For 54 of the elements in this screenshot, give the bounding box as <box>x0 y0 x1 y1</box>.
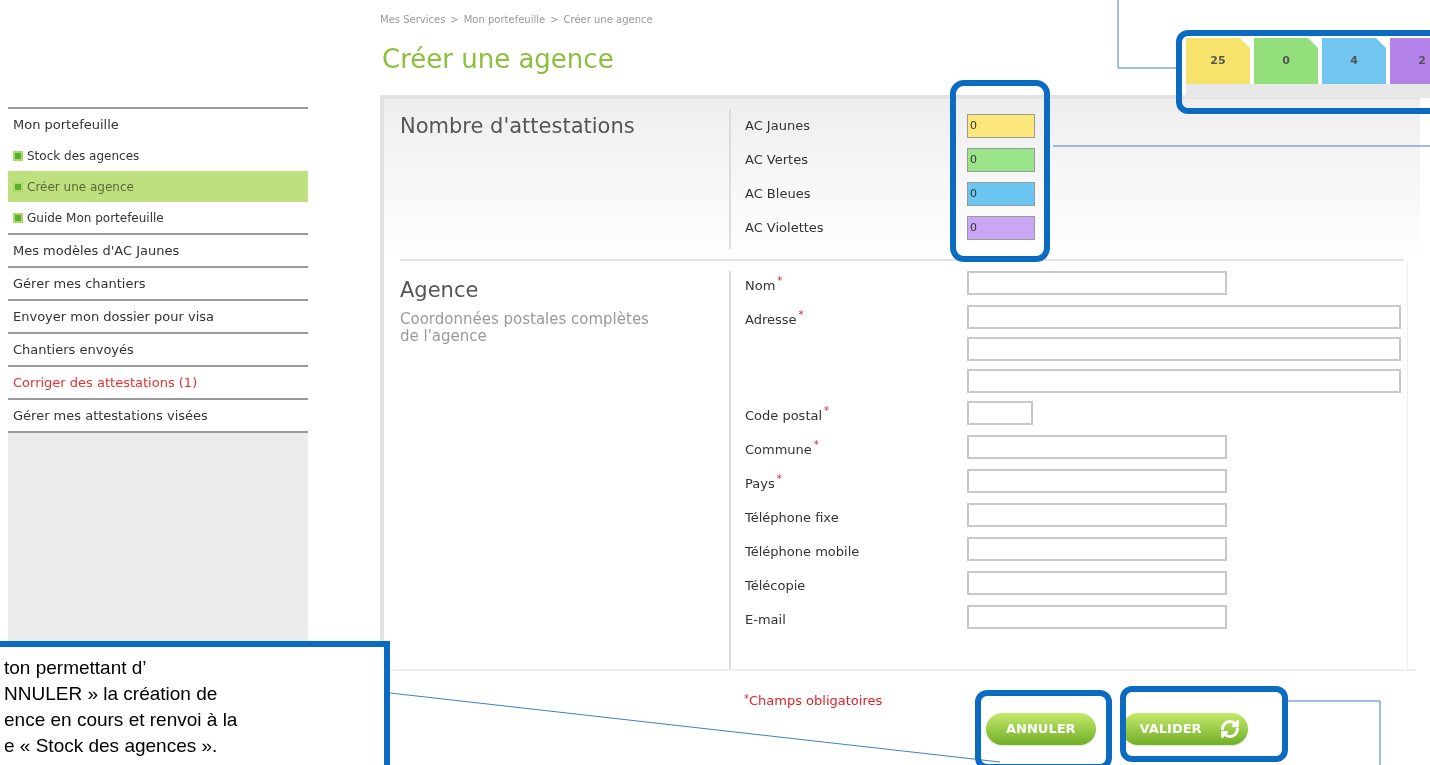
section-description: Coordonnées postales complètes de l'agence <box>400 310 650 345</box>
text-field[interactable] <box>967 337 1401 361</box>
count-field[interactable]: 0 <box>967 216 1035 240</box>
sidebar-item[interactable]: Gérer mes attestations visées <box>8 400 308 431</box>
field-label: Commune* <box>745 442 819 457</box>
sidebar-item[interactable]: Chantiers envoyés <box>8 334 308 365</box>
count-field[interactable]: 0 <box>967 148 1035 172</box>
sidebar-item[interactable]: Mon portefeuille <box>8 109 308 140</box>
field-label: Pays* <box>745 476 782 491</box>
field-label: AC Bleues <box>745 185 812 204</box>
leader-line <box>1117 0 1179 69</box>
field-label: Nom* <box>745 278 783 293</box>
page-title: Créer une agence <box>382 43 614 76</box>
sidebar-item[interactable]: Corriger des attestations (1) <box>8 367 308 398</box>
text-field[interactable] <box>967 435 1227 459</box>
text-field[interactable] <box>967 305 1401 329</box>
field-label: E-mail <box>745 612 786 627</box>
breadcrumb-separator: > <box>450 13 459 27</box>
breadcrumb-separator: > <box>550 13 559 27</box>
text-field[interactable] <box>967 537 1227 561</box>
callout-text: NNULER » la création de <box>4 682 219 706</box>
refresh-icon <box>1219 718 1240 739</box>
required-note: *Champs obligatoires <box>744 692 884 710</box>
text-field[interactable] <box>967 503 1227 527</box>
text-field[interactable] <box>967 271 1227 295</box>
text-field[interactable] <box>967 369 1401 393</box>
count-field[interactable]: 0 <box>967 114 1035 138</box>
bullet-icon <box>13 181 23 192</box>
field-label: AC Violettes <box>745 219 825 238</box>
sidebar-item[interactable]: Gérer mes chantiers <box>8 268 308 299</box>
bullet-icon <box>13 212 23 223</box>
count-field[interactable]: 0 <box>967 182 1035 206</box>
text-field[interactable] <box>967 469 1227 493</box>
field-label: Téléphone fixe <box>745 510 839 525</box>
field-label: Télécopie <box>745 578 806 593</box>
callout-text: e « Stock des agences ». <box>4 734 219 758</box>
sidebar-subitem[interactable]: Guide Mon portefeuille <box>8 202 308 233</box>
field-label: AC Jaunes <box>745 117 811 136</box>
field-label: Téléphone mobile <box>745 544 860 559</box>
text-field[interactable] <box>967 571 1227 595</box>
callout-text: ton permettant d’ <box>4 656 148 680</box>
bullet-icon <box>13 150 23 161</box>
text-field[interactable] <box>967 401 1033 425</box>
section-title: Nombre d'attestations <box>400 114 635 138</box>
sidebar-item[interactable]: Mes modèles d'AC Jaunes <box>8 235 308 266</box>
sidebar-subitem[interactable]: Créer une agence <box>8 171 308 202</box>
field-label: Adresse* <box>745 312 804 327</box>
callout-text: ence en cours et renvoi à la <box>4 708 239 732</box>
field-label: Code postal* <box>745 408 830 423</box>
sidebar-subitem[interactable]: Stock des agences <box>8 140 308 171</box>
text-field[interactable] <box>967 605 1227 629</box>
section-title: Agence <box>400 277 480 304</box>
sidebar-item[interactable]: Envoyer mon dossier pour visa <box>8 301 308 332</box>
field-label: AC Vertes <box>745 151 809 170</box>
